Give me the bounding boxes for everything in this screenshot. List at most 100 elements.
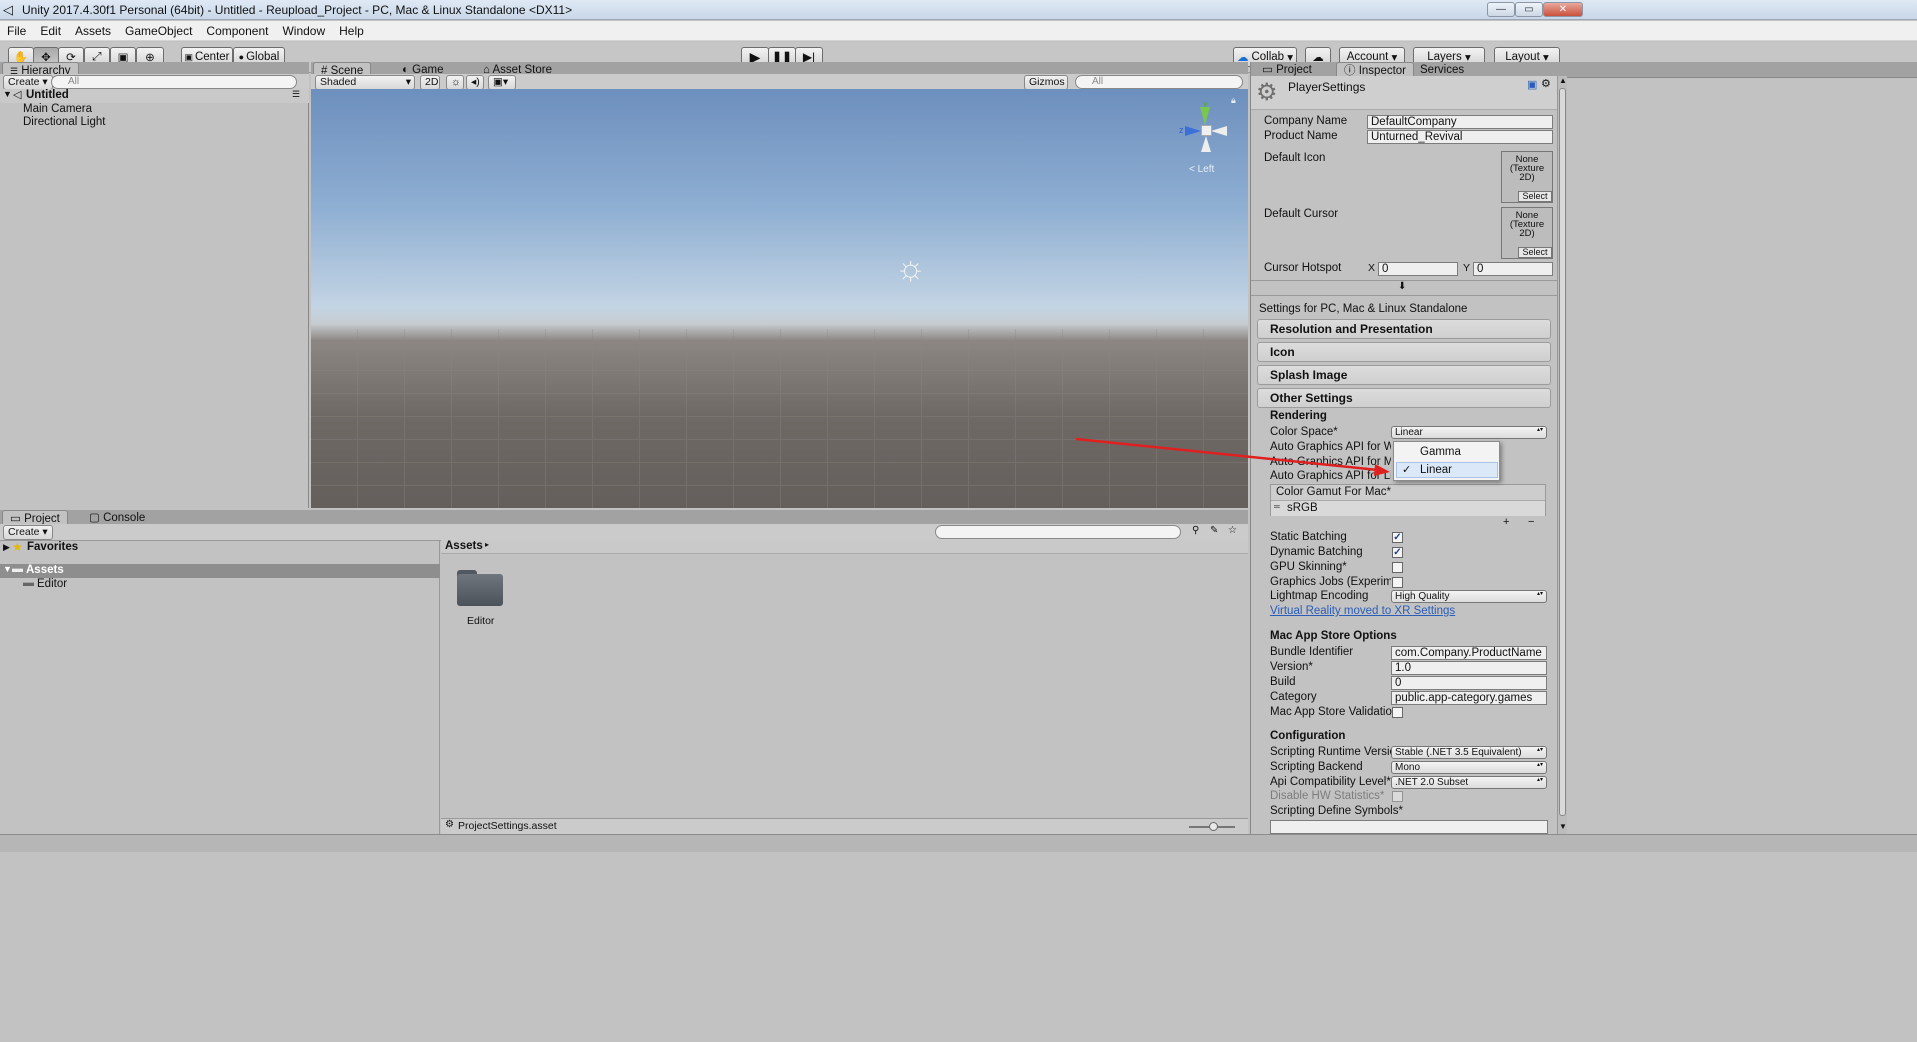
bundle-identifier-field[interactable]: com.Company.ProductName (1391, 646, 1547, 660)
help-book-icon[interactable]: ▣ (1527, 78, 1537, 91)
rendering-heading: Rendering (1270, 410, 1327, 422)
hierarchy-create-label: Create (8, 76, 40, 88)
disable-hw-stats-checkbox[interactable] (1392, 791, 1403, 802)
hierarchy-create-button[interactable]: Create ▾ (3, 75, 53, 90)
collapse-arrow-icon[interactable]: ▶ (3, 542, 10, 553)
scene-root-item[interactable]: ▼ ◁ Untitled ☰ (0, 89, 309, 103)
graphics-jobs-checkbox[interactable] (1392, 577, 1403, 588)
maximize-button[interactable]: ▭ (1515, 2, 1543, 17)
effects-dropdown-icon[interactable]: ▣▾ (488, 75, 516, 90)
expand-arrow-icon: ▼ (3, 564, 12, 574)
category-label: Category (1270, 691, 1317, 703)
settings-gear-icon: ⚙ (1256, 79, 1278, 106)
status-bar (0, 834, 1917, 852)
project-subbar: Create ▾ ⚲ ✎ ☆ (0, 524, 1248, 541)
hotspot-y-field[interactable]: 0 (1473, 262, 1553, 276)
section-icon[interactable]: Icon (1257, 342, 1551, 362)
scroll-up-icon[interactable]: ▲ (1559, 76, 1567, 85)
audio-toggle-icon[interactable]: ◂) (466, 75, 484, 90)
remove-gamut-button[interactable]: − (1528, 516, 1534, 528)
shading-dropdown[interactable]: Shaded ▾ (315, 75, 415, 90)
static-batching-checkbox[interactable]: ✓ (1392, 532, 1403, 543)
inspector-title: PlayerSettings (1288, 80, 1366, 94)
scrollbar-thumb[interactable] (1559, 88, 1566, 816)
inspector-scrollbar[interactable]: ▲ ▼ (1557, 76, 1567, 834)
lock-icon[interactable]: 🔒︎ (1231, 95, 1236, 106)
product-name-field[interactable]: Unturned_Revival (1367, 130, 1553, 144)
thumbnail-size-slider-knob[interactable] (1209, 822, 1218, 831)
sun-icon[interactable]: ☼ (895, 249, 926, 288)
menu-window[interactable]: Window (275, 24, 332, 38)
color-space-dropdown[interactable]: Linear (1391, 426, 1547, 439)
company-name-field[interactable]: DefaultCompany (1367, 115, 1553, 129)
favorite-star-icon[interactable]: ☆ (1228, 525, 1237, 536)
platform-tab-icon[interactable]: ⬇ (1398, 281, 1406, 292)
minimize-button[interactable]: — (1487, 2, 1515, 17)
menu-assets[interactable]: Assets (68, 24, 118, 38)
option-linear-row[interactable]: ✓ Linear (1396, 462, 1498, 478)
menu-gameobject[interactable]: GameObject (118, 24, 199, 38)
default-cursor-select-button[interactable]: Select (1518, 247, 1552, 258)
scripting-runtime-dropdown[interactable]: Stable (.NET 3.5 Equivalent) (1391, 746, 1547, 759)
default-cursor-label: Default Cursor (1264, 208, 1339, 220)
default-icon-select-button[interactable]: Select (1518, 191, 1552, 202)
gizmos-dropdown[interactable]: Gizmos ▾ (1024, 75, 1068, 101)
dynamic-batching-checkbox[interactable]: ✓ (1392, 547, 1403, 558)
component-settings-icon[interactable]: ⚙ (1541, 77, 1551, 90)
asset-statusbar: ⚙ ProjectSettings.asset (441, 818, 1248, 834)
hierarchy-item-main-camera[interactable]: Main Camera (23, 103, 92, 115)
hierarchy-item-directional-light[interactable]: Directional Light (23, 116, 105, 128)
folder-icon: ▬ (23, 577, 34, 589)
color-gamut-srgb: sRGB (1287, 502, 1318, 514)
gpu-skinning-checkbox[interactable] (1392, 562, 1403, 573)
color-gamut-row[interactable]: ═ sRGB (1271, 500, 1545, 516)
lighting-toggle-icon[interactable]: ☼ (446, 75, 464, 90)
vr-settings-link[interactable]: Virtual Reality moved to XR Settings (1270, 605, 1455, 617)
mode-2d-toggle[interactable]: 2D (420, 75, 440, 90)
favorites-item[interactable]: Favorites (27, 541, 78, 553)
asset-file-icon: ⚙ (445, 819, 454, 830)
default-cursor-slot[interactable]: None (Texture 2D) Select (1501, 207, 1553, 259)
scene-menu-icon[interactable]: ☰ (292, 89, 300, 100)
drag-handle-icon[interactable]: ═ (1274, 502, 1280, 511)
editor-folder-item[interactable]: Editor (37, 578, 67, 590)
menu-edit[interactable]: Edit (33, 24, 68, 38)
static-batching-label: Static Batching (1270, 531, 1347, 543)
option-gamma[interactable]: Gamma (1420, 446, 1461, 458)
scroll-down-icon[interactable]: ▼ (1559, 822, 1567, 831)
inspector-header: ⚙ PlayerSettings ▣ ⚙ (1251, 76, 1559, 110)
build-field[interactable]: 0 (1391, 676, 1547, 690)
scripting-backend-dropdown[interactable]: Mono (1391, 761, 1547, 774)
hotspot-x-field[interactable]: 0 (1378, 262, 1458, 276)
editor-folder-thumbnail[interactable] (457, 568, 503, 608)
project-create-label: Create (8, 526, 40, 538)
assets-item[interactable]: ▼ ▬ Assets (0, 563, 440, 578)
api-compatibility-dropdown[interactable]: .NET 2.0 Subset (1391, 776, 1547, 789)
add-gamut-button[interactable]: + (1503, 516, 1509, 528)
breadcrumb-assets[interactable]: Assets (445, 540, 483, 552)
close-button[interactable]: ✕ (1543, 2, 1583, 17)
annotation-arrow-head (1374, 464, 1390, 476)
section-splash-image[interactable]: Splash Image (1257, 365, 1551, 385)
menu-component[interactable]: Component (199, 24, 275, 38)
scene-search-input[interactable]: All (1075, 75, 1243, 89)
ground-grid (311, 329, 1248, 508)
scripting-define-symbols-field[interactable] (1270, 820, 1548, 834)
project-create-button[interactable]: Create ▾ (3, 525, 53, 540)
mac-store-validation-checkbox[interactable] (1392, 707, 1403, 718)
section-other-settings[interactable]: Other Settings (1257, 388, 1551, 408)
version-field[interactable]: 1.0 (1391, 661, 1547, 675)
menu-help[interactable]: Help (332, 24, 371, 38)
category-field[interactable]: public.app-category.games (1391, 691, 1547, 705)
orientation-gizmo-icon[interactable]: y z (1179, 99, 1233, 159)
hierarchy-search-input[interactable]: All (51, 75, 297, 89)
annotation-arrow (1075, 437, 1390, 476)
filter-label-icon[interactable]: ✎ (1210, 525, 1218, 536)
lightmap-encoding-dropdown[interactable]: High Quality (1391, 590, 1547, 603)
default-icon-slot[interactable]: None (Texture 2D) Select (1501, 151, 1553, 203)
filter-type-icon[interactable]: ⚲ (1192, 525, 1199, 536)
menu-file[interactable]: File (0, 24, 33, 38)
section-resolution[interactable]: Resolution and Presentation (1257, 319, 1551, 339)
project-search-input[interactable] (935, 525, 1181, 539)
axis-y-cone (1200, 107, 1210, 125)
